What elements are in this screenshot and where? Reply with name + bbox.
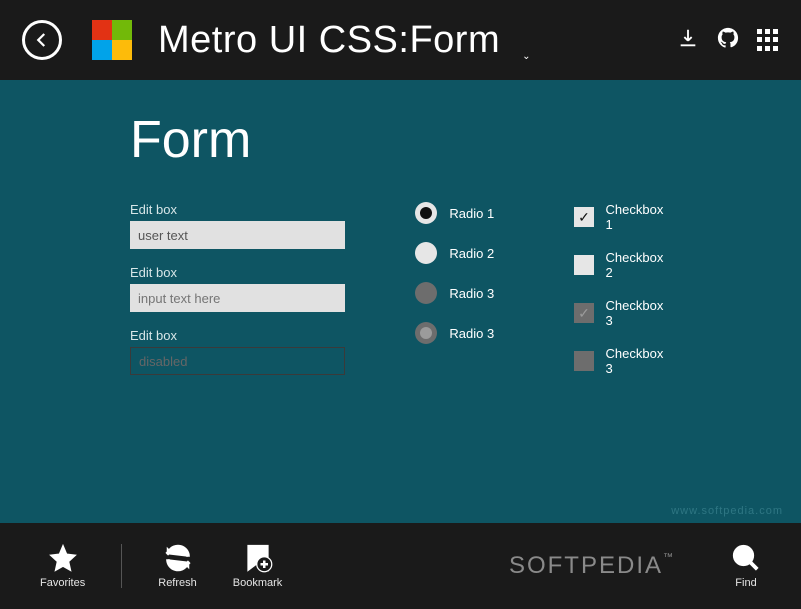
radio-icon (415, 282, 437, 304)
checkbox-3-disabled: ✓ Checkbox 3 (574, 298, 671, 328)
brand-logo: SOFTPEDIA™ (509, 552, 675, 580)
radio-option-2[interactable]: Radio 2 (415, 242, 504, 264)
star-icon (48, 543, 78, 573)
back-button[interactable] (22, 20, 62, 60)
divider (121, 544, 122, 588)
checkbox-icon (574, 255, 593, 275)
edit-box-disabled (130, 347, 345, 375)
checkbox-label: Checkbox 1 (606, 202, 671, 232)
radio-icon (415, 322, 437, 344)
checkbox-icon (574, 351, 593, 371)
bookmark-button[interactable]: Bookmark (233, 543, 283, 589)
checkbox-label: Checkbox 3 (606, 298, 671, 328)
refresh-label: Refresh (158, 577, 197, 589)
radio-label: Radio 2 (449, 246, 494, 261)
arrow-left-icon (33, 31, 51, 49)
checkbox-icon: ✓ (574, 303, 593, 323)
apps-grid-icon[interactable] (757, 29, 779, 51)
dropdown-caret-icon[interactable]: ⌄ (522, 51, 530, 62)
download-icon[interactable] (677, 27, 699, 54)
refresh-button[interactable]: Refresh (158, 543, 197, 589)
checkbox-label: Checkbox 3 (606, 346, 671, 376)
checkbox-1[interactable]: ✓ Checkbox 1 (574, 202, 671, 232)
github-icon[interactable] (717, 27, 739, 54)
radio-icon (415, 202, 437, 224)
checkbox-4-disabled: Checkbox 3 (574, 346, 671, 376)
edit-box-2[interactable] (130, 284, 345, 312)
find-label: Find (735, 577, 756, 589)
bookmark-label: Bookmark (233, 577, 283, 589)
page-heading: Form (130, 110, 671, 170)
radio-label: Radio 1 (449, 206, 494, 221)
field-label: Edit box (130, 202, 345, 217)
checkbox-2[interactable]: Checkbox 2 (574, 250, 671, 280)
checkbox-label: Checkbox 2 (606, 250, 671, 280)
field-label: Edit box (130, 328, 345, 343)
edit-box-1[interactable] (130, 221, 345, 249)
radio-icon (415, 242, 437, 264)
radio-label: Radio 3 (449, 326, 494, 341)
watermark-text: www.softpedia.com (671, 505, 783, 517)
favorites-button[interactable]: Favorites (40, 543, 85, 589)
bookmark-icon (243, 543, 273, 573)
field-label: Edit box (130, 265, 345, 280)
search-icon (731, 543, 761, 573)
find-button[interactable]: Find (731, 543, 761, 589)
favorites-label: Favorites (40, 577, 85, 589)
checkbox-icon: ✓ (574, 207, 593, 227)
windows-logo-icon (92, 20, 132, 60)
radio-option-1[interactable]: Radio 1 (415, 202, 504, 224)
radio-option-4-disabled: Radio 3 (415, 322, 504, 344)
app-title: Metro UI CSS:Form (158, 19, 500, 62)
refresh-icon (163, 543, 193, 573)
radio-label: Radio 3 (449, 286, 494, 301)
radio-option-3-disabled: Radio 3 (415, 282, 504, 304)
